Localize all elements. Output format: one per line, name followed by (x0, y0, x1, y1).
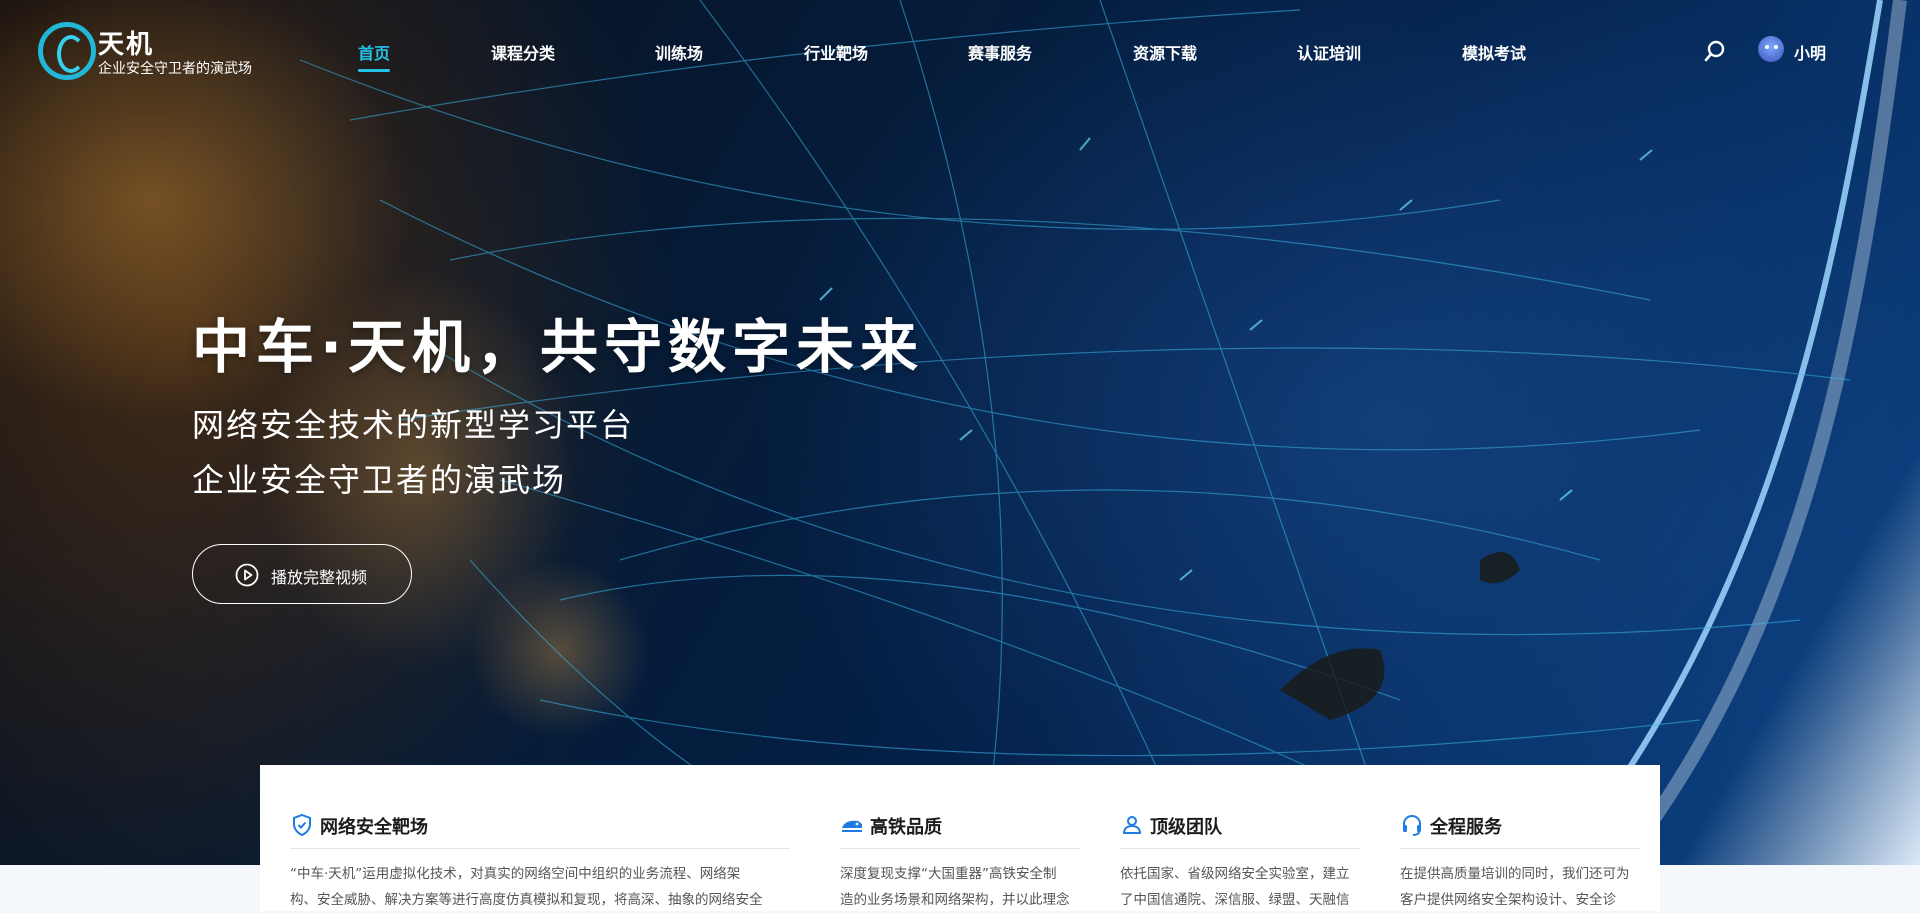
hero-subtitle-1: 网络安全技术的新型学习平台 (192, 406, 635, 444)
feature-desc-line: 客户提供网络安全架构设计、安全诊 (1400, 892, 1616, 908)
feature-desc-line: 了中国信通院、深信服、绿盟、天融信 (1120, 892, 1350, 908)
feature-title: 全程服务 (1430, 817, 1502, 838)
feature-panel: 网络安全靶场 “中车·天机”运用虚拟化技术，对真实的网络空间中组织的业务流程、网… (260, 765, 1660, 911)
feature-card-team[interactable]: 顶级团队 依托国家、省级网络安全实验室，建立 了中国信通院、深信服、绿盟、天融信 (1120, 765, 1360, 911)
hero-banner: 天机 企业安全守卫者的演武场 首页 课程分类 训练场 行业靶场 赛事服务 资源下… (0, 0, 1920, 865)
feature-card-range[interactable]: 网络安全靶场 “中车·天机”运用虚拟化技术，对真实的网络空间中组织的业务流程、网… (290, 765, 790, 911)
feature-header: 顶级团队 (1120, 813, 1360, 838)
top-navigation-bar: 天机 企业安全守卫者的演武场 首页 课程分类 训练场 行业靶场 赛事服务 资源下… (0, 0, 1920, 100)
feature-desc-line: 造的业务场景和网络架构，并以此理念 (840, 892, 1070, 908)
nav-item-courses[interactable]: 课程分类 (491, 40, 555, 64)
hero-subtitle-2: 企业安全守卫者的演武场 (192, 461, 567, 499)
logo-mark-icon (38, 22, 96, 80)
logo-title: 天机 (98, 30, 155, 60)
nav-item-industry-range[interactable]: 行业靶场 (804, 40, 868, 64)
divider (1120, 848, 1360, 849)
nav-item-home[interactable]: 首页 (357, 40, 391, 72)
headset-icon (1403, 814, 1421, 836)
site-logo[interactable]: 天机 企业安全守卫者的演武场 (38, 20, 298, 80)
hero-title: 中车·天机，共守数字未来 (192, 313, 925, 381)
feature-card-quality[interactable]: 高铁品质 深度复现支撑“大国重器”高铁安全制 造的业务场景和网络架构，并以此理念 (840, 765, 1080, 911)
feature-header: 全程服务 (1400, 813, 1640, 838)
divider (1400, 848, 1640, 849)
feature-desc-line: 构、安全威胁、解决方案等进行高度仿真模拟和复现，将高深、抽象的网络安全 (290, 892, 763, 908)
feature-header: 网络安全靶场 (290, 813, 790, 838)
nav-item-competitions[interactable]: 赛事服务 (968, 40, 1032, 64)
shield-check-icon (293, 813, 311, 837)
play-video-button[interactable]: 播放完整视频 (192, 544, 412, 604)
nav-item-training[interactable]: 训练场 (655, 40, 703, 64)
feature-description: 在提供高质量培训的同时，我们还可为 客户提供网络安全架构设计、安全诊 (1400, 861, 1640, 913)
divider (840, 848, 1080, 849)
play-video-label: 播放完整视频 (271, 568, 368, 587)
feature-title: 顶级团队 (1150, 817, 1222, 838)
train-icon (842, 820, 862, 832)
team-icon (1122, 816, 1142, 834)
feature-desc-line: 依托国家、省级网络安全实验室，建立 (1120, 866, 1350, 882)
nav-item-certification[interactable]: 认证培训 (1297, 40, 1361, 64)
feature-description: 依托国家、省级网络安全实验室，建立 了中国信通院、深信服、绿盟、天融信 (1120, 861, 1360, 913)
feature-title: 高铁品质 (870, 817, 942, 838)
feature-description: 深度复现支撑“大国重器”高铁安全制 造的业务场景和网络架构，并以此理念 (840, 861, 1080, 913)
feature-desc-line: “中车·天机”运用虚拟化技术，对真实的网络空间中组织的业务流程、网络架 (290, 866, 741, 882)
feature-card-service[interactable]: 全程服务 在提供高质量培训的同时，我们还可为 客户提供网络安全架构设计、安全诊 (1400, 765, 1640, 911)
feature-desc-line: 在提供高质量培训的同时，我们还可为 (1400, 866, 1630, 882)
nav-item-mock-exam[interactable]: 模拟考试 (1462, 40, 1526, 64)
feature-title: 网络安全靶场 (320, 817, 428, 838)
feature-desc-line: 深度复现支撑“大国重器”高铁安全制 (840, 866, 1057, 882)
nav-item-downloads[interactable]: 资源下载 (1133, 40, 1197, 64)
avatar (1758, 36, 1784, 62)
user-name: 小明 (1794, 44, 1827, 63)
divider (290, 848, 790, 849)
search-icon[interactable] (1704, 40, 1726, 62)
feature-description: “中车·天机”运用虚拟化技术，对真实的网络空间中组织的业务流程、网络架 构、安全… (290, 861, 790, 913)
feature-header: 高铁品质 (840, 813, 1080, 838)
logo-subtitle: 企业安全守卫者的演武场 (98, 61, 252, 77)
play-circle-icon (235, 563, 259, 587)
